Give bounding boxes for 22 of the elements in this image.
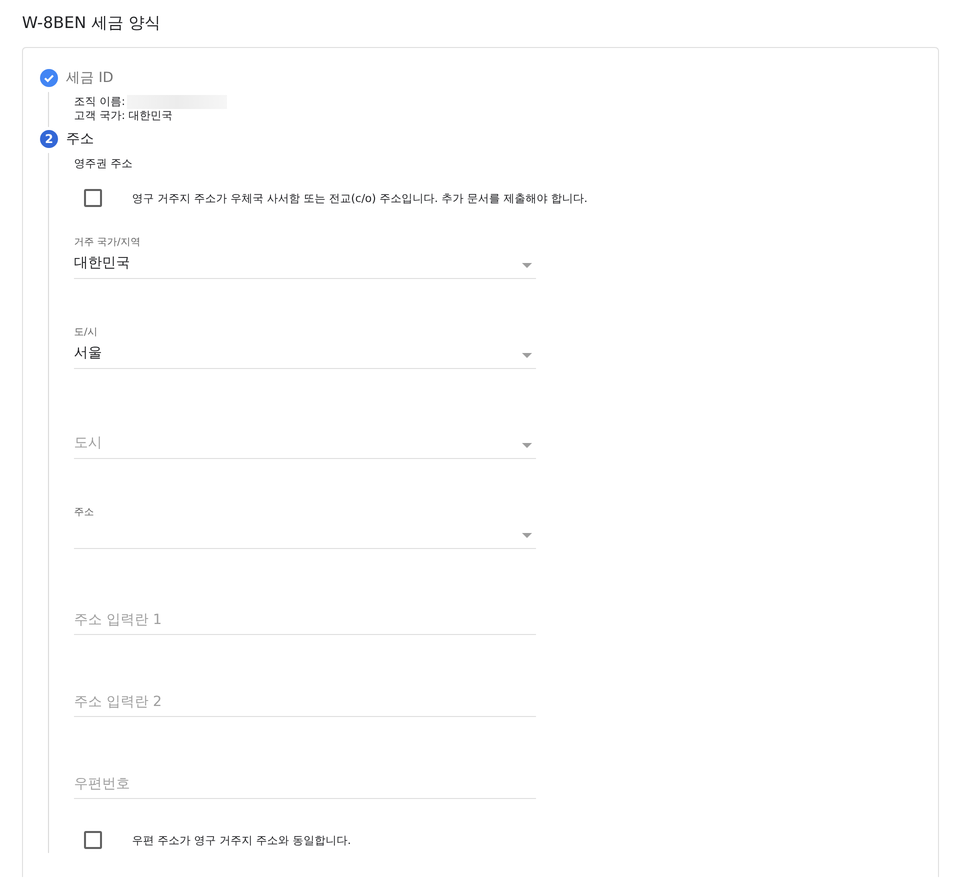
caret-icon: [522, 263, 532, 268]
checkbox-label: 우편 주소가 영구 거주지 주소와 동일합니다.: [132, 832, 351, 848]
input-field[interactable]: 주소 입력란 1: [74, 595, 536, 635]
section-subtitle: 영주권 주소: [74, 156, 134, 171]
info-text: 조직 이름:: [74, 95, 126, 109]
caret-icon: [522, 533, 532, 538]
info-text: 고객 국가: 대한민국: [74, 109, 173, 123]
dropdown-field[interactable]: 도/시 서울: [74, 325, 536, 369]
page-title: W-8BEN 세금 양식: [22, 12, 162, 34]
dropdown-field[interactable]: 주소: [74, 505, 536, 549]
step-title: 주소: [66, 130, 94, 148]
dropdown-field[interactable]: 거주 국가/지역 대한민국: [74, 235, 536, 279]
caret-icon: [522, 443, 532, 448]
dropdown-field[interactable]: 도시: [74, 415, 536, 459]
step-title: 세금 ID: [66, 69, 114, 87]
checkbox[interactable]: [84, 189, 102, 207]
checkbox[interactable]: [84, 831, 102, 849]
input-field[interactable]: 우편번호: [74, 759, 536, 799]
step-number: 2: [40, 130, 58, 148]
input-field[interactable]: 주소 입력란 2: [74, 677, 536, 717]
checkbox-label: 영구 거주지 주소가 우체국 사서함 또는 전교(c/o) 주소입니다. 추가 문서를 제출해야 합니다.: [132, 190, 588, 206]
caret-icon: [522, 353, 532, 358]
